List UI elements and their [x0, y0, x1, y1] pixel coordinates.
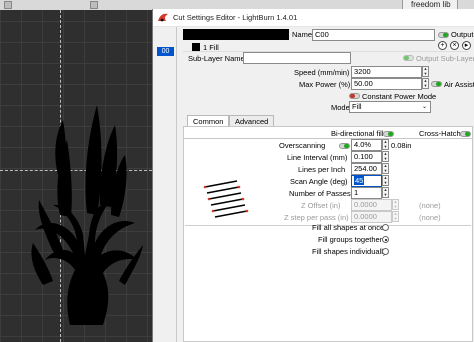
z-step-label: Z step per pass (in) [284, 213, 349, 222]
sub-layer-bar [183, 42, 468, 52]
output-toggle[interactable] [438, 32, 449, 38]
crosshatch-label: Cross-Hatch [419, 129, 461, 138]
plant-silhouette-design[interactable] [25, 85, 150, 325]
scan-angle-preview [203, 180, 249, 218]
freedom-lib-tab-label: freedom lib [411, 0, 451, 9]
number-of-passes-label: Number of Passes [289, 189, 351, 198]
z-step-spinner: ▲ ▼ [392, 211, 399, 222]
max-power-label: Max Power (%) [299, 80, 351, 89]
z-offset-label: Z Offset (in) [301, 201, 341, 210]
max-power-field[interactable]: 50.00 [351, 78, 422, 90]
scan-angle-field[interactable]: 45 [351, 175, 382, 187]
dialog-titlebar[interactable]: Cut Settings Editor - LightBurn 1.4.01 [153, 9, 474, 27]
overscanning-field[interactable]: 4.0% [351, 139, 382, 151]
scan-angle-value: 45 [354, 176, 365, 185]
chevron-down-icon: ⌄ [421, 104, 427, 110]
lines-per-inch-field[interactable]: 254.00 [351, 163, 382, 175]
output-sub-layer-label: Output Sub-Layer [416, 54, 474, 63]
remove-sub-layer-icon[interactable]: × [450, 41, 459, 50]
speed-label: Speed (mm/min) [294, 68, 350, 77]
fill-all-at-once-radio[interactable] [382, 224, 389, 231]
number-of-passes-spinner[interactable]: ▲ ▼ [382, 187, 389, 198]
sub-layer-chip[interactable]: 1 Fill [203, 43, 219, 52]
mode-select[interactable]: Fill ⌄ [349, 101, 431, 113]
line-interval-spinner[interactable]: ▲ ▼ [382, 151, 389, 162]
overscanning-spinner[interactable]: ▲ ▼ [382, 139, 389, 150]
sub-layer-swatch [192, 43, 200, 51]
sub-layer-menu-icon[interactable]: ▸ [462, 41, 471, 50]
scan-angle-label: Scan Angle (deg) [290, 177, 348, 186]
lightburn-logo-icon [158, 13, 168, 22]
toolbar-nub [90, 1, 98, 9]
name-label: Name [292, 30, 313, 39]
cut-settings-editor-dialog: Cut Settings Editor - LightBurn 1.4.01 0… [152, 9, 474, 342]
z-offset-field: 0.0000 [351, 199, 392, 211]
layer-item-selected[interactable]: 00 [157, 47, 174, 56]
fill-option-label: Fill shapes individually [312, 247, 387, 256]
overscanning-unit: 0.08in [391, 141, 412, 150]
fill-groups-together-radio[interactable] [382, 236, 389, 243]
sub-layer-name-field[interactable] [243, 52, 351, 64]
max-power-spinner[interactable]: ▲ ▼ [422, 78, 429, 89]
z-step-field: 0.0000 [351, 211, 392, 223]
add-sub-layer-icon[interactable]: + [438, 41, 447, 50]
air-assist-label: Air Assist [444, 80, 474, 89]
lines-per-inch-spinner[interactable]: ▲ ▼ [382, 163, 389, 174]
layer-list-strip: 00 [153, 27, 177, 342]
z-offset-note: (none) [419, 201, 441, 210]
z-step-note: (none) [419, 213, 441, 222]
dialog-title: Cut Settings Editor - LightBurn 1.4.01 [173, 13, 298, 22]
line-interval-field[interactable]: 0.100 [351, 151, 382, 163]
overscanning-label: Overscanning [279, 141, 326, 150]
fill-shapes-individually-radio[interactable] [382, 248, 389, 255]
air-assist-toggle[interactable] [431, 81, 442, 87]
overscanning-toggle[interactable] [339, 143, 350, 149]
mode-select-value: Fill [352, 102, 362, 111]
scan-angle-spinner[interactable]: ▲ ▼ [382, 175, 389, 186]
bidirectional-label: Bi-directional fill [331, 129, 384, 138]
line-interval-label: Line Interval (mm) [287, 153, 348, 162]
lines-per-inch-label: Lines per Inch [298, 165, 346, 174]
constant-power-label: Constant Power Mode [362, 92, 437, 101]
sub-layer-name-label: Sub-Layer Name [188, 54, 245, 63]
toolbar-nub [4, 1, 12, 9]
constant-power-toggle[interactable] [349, 93, 360, 99]
name-field[interactable]: C00 [312, 29, 435, 41]
number-of-passes-field[interactable]: 1 [351, 187, 382, 199]
bidirectional-toggle[interactable] [383, 131, 394, 137]
fill-option-label: Fill all shapes at once [312, 223, 385, 232]
layer-color-swatch[interactable] [183, 29, 289, 40]
z-offset-spinner: ▲ ▼ [392, 199, 399, 210]
output-label: Output [451, 30, 474, 39]
fill-option-label: Fill groups together [318, 235, 383, 244]
mode-label: Mode [331, 103, 350, 112]
speed-field[interactable]: 3200 [351, 66, 422, 78]
output-sub-layer-toggle[interactable] [403, 55, 414, 61]
crosshatch-toggle[interactable] [460, 131, 471, 137]
speed-spinner[interactable]: ▲ ▼ [422, 66, 429, 77]
